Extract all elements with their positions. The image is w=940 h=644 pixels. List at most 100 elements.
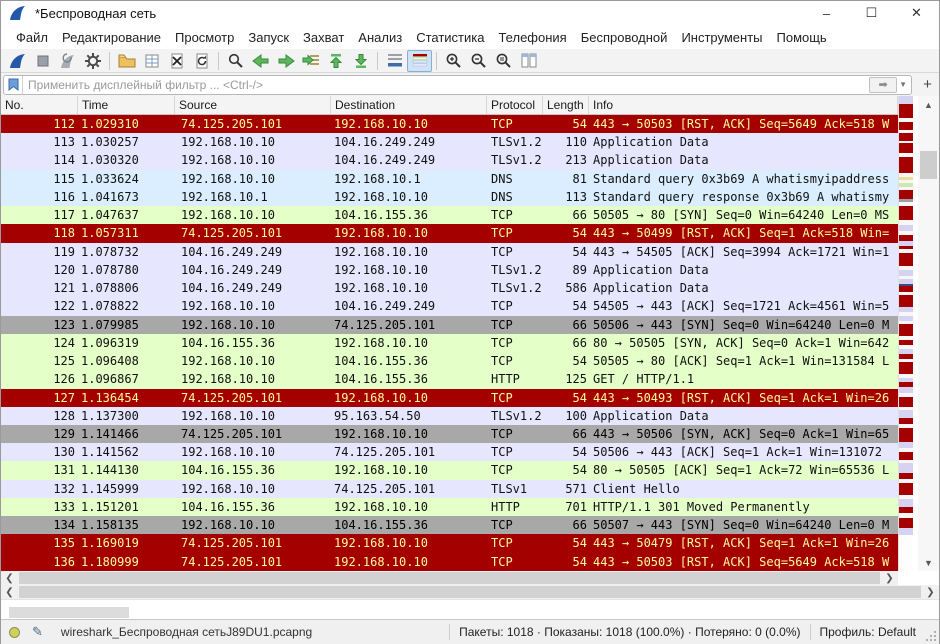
cell-proto: TLSv1 [487, 480, 543, 498]
menu-item-3[interactable]: Запуск [241, 27, 296, 48]
packet-row-129[interactable]: 1291.14146674.125.205.101192.168.10.10TC… [1, 425, 898, 443]
packet-row-130[interactable]: 1301.141562192.168.10.1074.125.205.101TC… [1, 443, 898, 461]
scroll-right-icon[interactable]: ❯ [922, 585, 939, 599]
autoscroll-button[interactable] [382, 50, 407, 72]
profile-label[interactable]: Профиль: Default [810, 624, 926, 641]
packet-row-128[interactable]: 1281.137300192.168.10.1095.163.54.50TLSv… [1, 407, 898, 425]
horizontal-scrollbar-secondary[interactable]: ❮ ❯ [1, 585, 939, 599]
packet-row-135[interactable]: 1351.16901974.125.205.101192.168.10.10TC… [1, 534, 898, 552]
close-file-button[interactable] [164, 50, 189, 72]
resize-columns-button[interactable] [516, 50, 541, 72]
packet-row-112[interactable]: 1121.02931074.125.205.101192.168.10.10TC… [1, 115, 898, 133]
add-filter-button[interactable]: + [918, 75, 937, 94]
minimap-stripe [899, 518, 913, 528]
restart-capture-button[interactable] [55, 50, 80, 72]
menu-item-0[interactable]: Файл [9, 27, 55, 48]
expert-info-icon[interactable] [9, 627, 20, 638]
menu-item-5[interactable]: Анализ [351, 27, 409, 48]
column-header-no[interactable]: No. [1, 96, 78, 114]
scroll-right-icon[interactable]: ❯ [881, 571, 898, 585]
stop-capture-button[interactable] [30, 50, 55, 72]
menu-item-10[interactable]: Помощь [770, 27, 834, 48]
go-top-button[interactable] [323, 50, 348, 72]
packet-row-123[interactable]: 1231.079985192.168.10.1074.125.205.101TC… [1, 316, 898, 334]
display-filter-field[interactable]: ➡ ▼ [3, 75, 912, 95]
packet-row-131[interactable]: 1311.144130104.16.155.36192.168.10.10TCP… [1, 461, 898, 479]
packet-row-126[interactable]: 1261.096867192.168.10.10104.16.155.36HTT… [1, 370, 898, 388]
go-forward-button[interactable] [273, 50, 298, 72]
packet-row-133[interactable]: 1331.151201104.16.155.36192.168.10.10HTT… [1, 498, 898, 516]
minimize-button[interactable]: – [804, 1, 849, 25]
intelligent-scrollbar-minimap[interactable] [898, 96, 913, 571]
column-header-info[interactable]: Info [589, 96, 898, 114]
resize-grip-icon[interactable] [925, 630, 937, 642]
packet-row-113[interactable]: 1131.030257192.168.10.10104.16.249.249TL… [1, 133, 898, 151]
column-header-destination[interactable]: Destination [331, 96, 487, 114]
packet-row-125[interactable]: 1251.096408192.168.10.10104.16.155.36TCP… [1, 352, 898, 370]
zoom-in-button[interactable] [441, 50, 466, 72]
scroll-left-icon[interactable]: ❮ [1, 571, 18, 585]
vertical-scrollbar[interactable]: ▲ ▼ [918, 96, 939, 571]
filter-dropdown-caret-icon[interactable]: ▼ [899, 80, 907, 89]
scroll-left-icon[interactable]: ❮ [1, 585, 18, 599]
find-packet-button[interactable] [223, 50, 248, 72]
packet-row-122[interactable]: 1221.078822192.168.10.10104.16.249.249TC… [1, 297, 898, 315]
zoom-reset-button[interactable] [491, 50, 516, 72]
column-header-protocol[interactable]: Protocol [487, 96, 543, 114]
packet-row-134[interactable]: 1341.158135192.168.10.10104.16.155.36TCP… [1, 516, 898, 534]
packet-row-121[interactable]: 1211.078806104.16.249.249192.168.10.10TL… [1, 279, 898, 297]
cell-info: Application Data [589, 279, 898, 297]
menu-item-7[interactable]: Телефония [491, 27, 573, 48]
scroll-up-icon[interactable]: ▲ [918, 96, 939, 113]
go-to-packet-button[interactable] [298, 50, 323, 72]
vertical-scrollbar-thumb[interactable] [920, 151, 937, 179]
colorize-button[interactable] [407, 50, 432, 72]
capture-comment-icon[interactable]: ✎ [32, 624, 43, 640]
packet-row-115[interactable]: 1151.033624192.168.10.10192.168.10.1DNS8… [1, 170, 898, 188]
scroll-down-icon[interactable]: ▼ [918, 554, 939, 571]
maximize-button[interactable]: ☐ [849, 1, 894, 25]
open-file-button[interactable] [114, 50, 139, 72]
go-back-button[interactable] [248, 50, 273, 72]
packet-row-117[interactable]: 1171.047637192.168.10.10104.16.155.36TCP… [1, 206, 898, 224]
menu-item-9[interactable]: Инструменты [674, 27, 769, 48]
start-capture-button[interactable] [5, 50, 30, 72]
packet-row-124[interactable]: 1241.096319104.16.155.36192.168.10.10TCP… [1, 334, 898, 352]
packet-row-116[interactable]: 1161.041673192.168.10.1192.168.10.10DNS1… [1, 188, 898, 206]
packet-row-136[interactable]: 1361.18099974.125.205.101192.168.10.10TC… [1, 553, 898, 571]
packet-row-118[interactable]: 1181.05731174.125.205.101192.168.10.10TC… [1, 224, 898, 242]
cell-info: Application Data [589, 407, 898, 425]
packet-row-119[interactable]: 1191.078732104.16.249.249192.168.10.10TC… [1, 243, 898, 261]
zoom-out-button[interactable] [466, 50, 491, 72]
menu-item-6[interactable]: Статистика [409, 27, 491, 48]
apply-filter-button[interactable]: ➡ [869, 77, 897, 93]
horizontal-scrollbar-list[interactable]: ❮ ❯ [1, 571, 898, 585]
capture-options-icon [84, 52, 102, 70]
cell-time: 1.158135 [78, 516, 175, 534]
cell-time: 1.079985 [78, 316, 175, 334]
menu-item-8[interactable]: Беспроводной [574, 27, 675, 48]
reload-file-button[interactable] [189, 50, 214, 72]
column-header-length[interactable]: Length [543, 96, 589, 114]
horizontal-scrollbar-thumb[interactable] [19, 586, 921, 598]
capture-options-button[interactable] [80, 50, 105, 72]
horizontal-scrollbar-thumb[interactable] [19, 572, 880, 584]
packet-row-114[interactable]: 1141.030320192.168.10.10104.16.249.249TL… [1, 151, 898, 169]
menu-item-4[interactable]: Захват [296, 27, 351, 48]
menu-item-2[interactable]: Просмотр [168, 27, 241, 48]
cell-src: 192.168.10.10 [175, 316, 331, 334]
column-header-source[interactable]: Source [175, 96, 331, 114]
close-button[interactable]: ✕ [894, 1, 939, 25]
cell-len: 66 [543, 334, 589, 352]
go-bottom-button[interactable] [348, 50, 373, 72]
display-filter-input[interactable] [23, 78, 869, 92]
column-header-time[interactable]: Time [78, 96, 175, 114]
packet-row-127[interactable]: 1271.13645474.125.205.101192.168.10.10TC… [1, 389, 898, 407]
save-file-button[interactable] [139, 50, 164, 72]
packet-row-120[interactable]: 1201.078780104.16.249.249192.168.10.10TL… [1, 261, 898, 279]
filter-bookmark-icon[interactable] [4, 76, 23, 94]
menu-item-1[interactable]: Редактирование [55, 27, 168, 48]
cell-dst: 192.168.10.10 [331, 425, 487, 443]
packet-row-132[interactable]: 1321.145999192.168.10.1074.125.205.101TL… [1, 480, 898, 498]
lower-scrollbar-thumb[interactable] [9, 607, 129, 618]
